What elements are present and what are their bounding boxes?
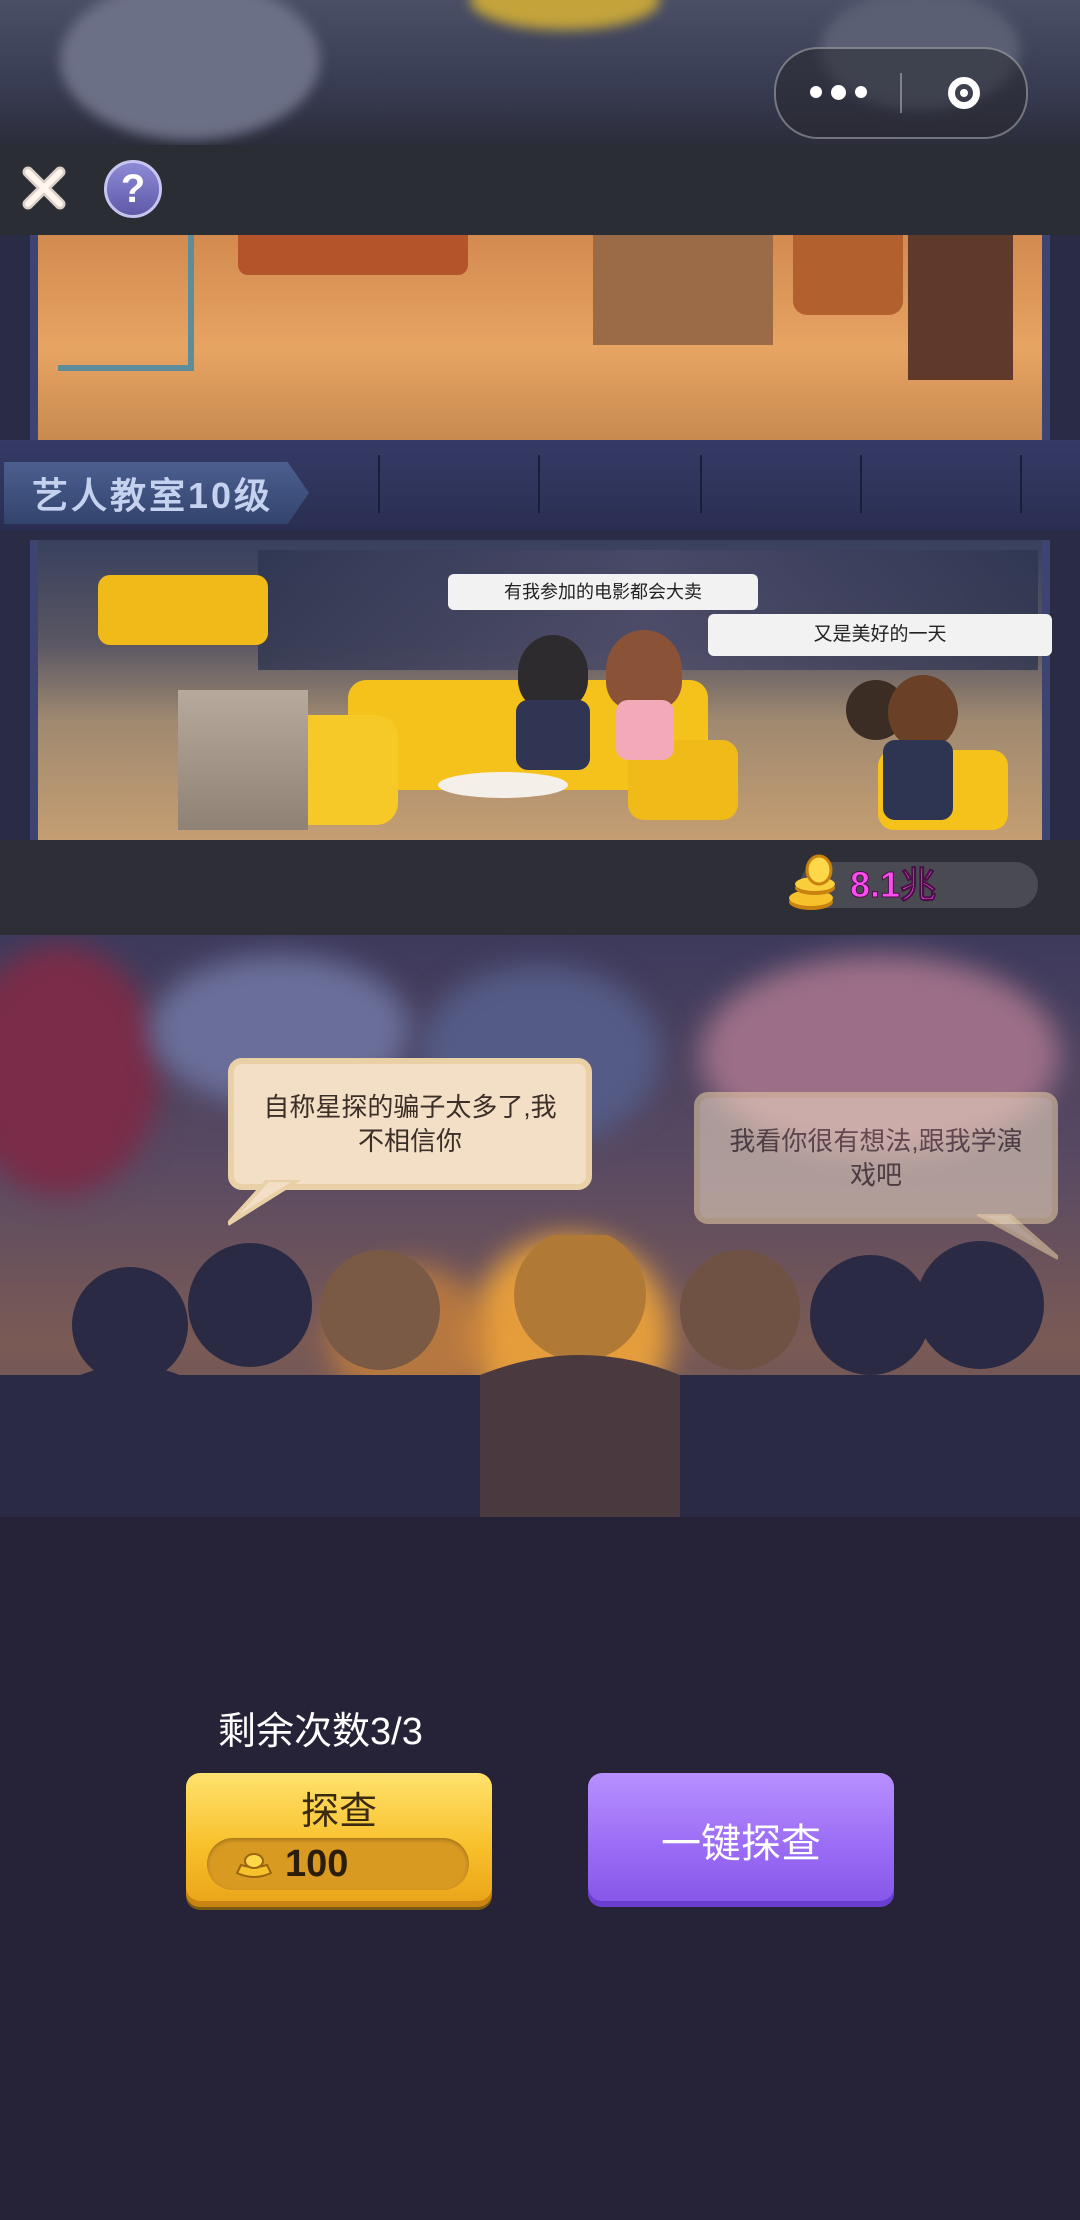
remaining-attempts: 剩余次数3/3 [218, 1711, 423, 1753]
speech-tail-right [977, 1214, 1058, 1260]
speech-tail-left [228, 1180, 302, 1226]
close-icon[interactable] [14, 158, 74, 218]
gold-ingot-icon [233, 1843, 275, 1885]
close-mini-program-icon[interactable] [902, 77, 1026, 109]
scout-cost-value: 100 [285, 1843, 349, 1885]
money-amount: 8.1兆 [849, 864, 937, 906]
one-click-scout-button[interactable]: 一键探查 [588, 1773, 894, 1907]
help-button[interactable]: ? [104, 160, 162, 218]
more-options-icon[interactable] [776, 85, 900, 100]
mini-program-capsule [774, 47, 1028, 139]
character-chat-bubble: 有我参加的电影都会大卖 [448, 574, 758, 610]
character-chat-bubble: 又是美好的一天 [708, 614, 1052, 656]
gold-coins-icon [785, 852, 845, 914]
speech-bubble-left: 自称星探的骗子太多了,我不相信你 [228, 1058, 592, 1190]
room-upper[interactable] [30, 235, 1050, 440]
one-click-scout-label: 一键探查 [661, 1822, 821, 1866]
speech-bubble-right: 我看你很有想法,跟我学演戏吧 [694, 1092, 1058, 1224]
room-level-label: 艺人教室10级 [4, 462, 309, 524]
scout-scene [0, 935, 1080, 1517]
toolbar [0, 145, 1080, 235]
scout-button-label: 探查 [300, 1791, 377, 1833]
crowd-silhouettes [0, 1235, 1080, 1517]
question-mark-icon: ? [120, 166, 146, 211]
